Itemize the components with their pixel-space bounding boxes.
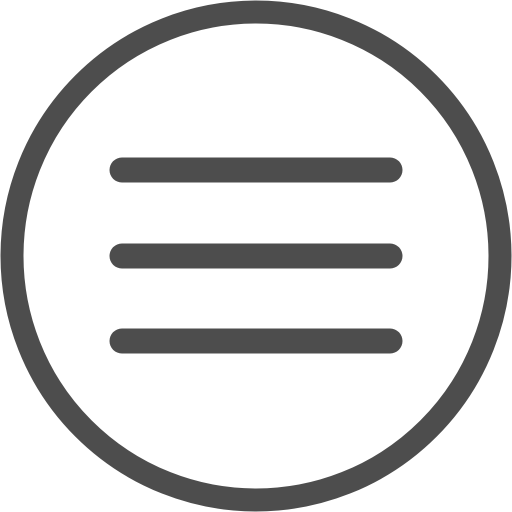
menu-button[interactable]	[0, 0, 512, 512]
icon-canvas	[0, 0, 512, 512]
hamburger-menu-circle-icon	[0, 0, 512, 512]
